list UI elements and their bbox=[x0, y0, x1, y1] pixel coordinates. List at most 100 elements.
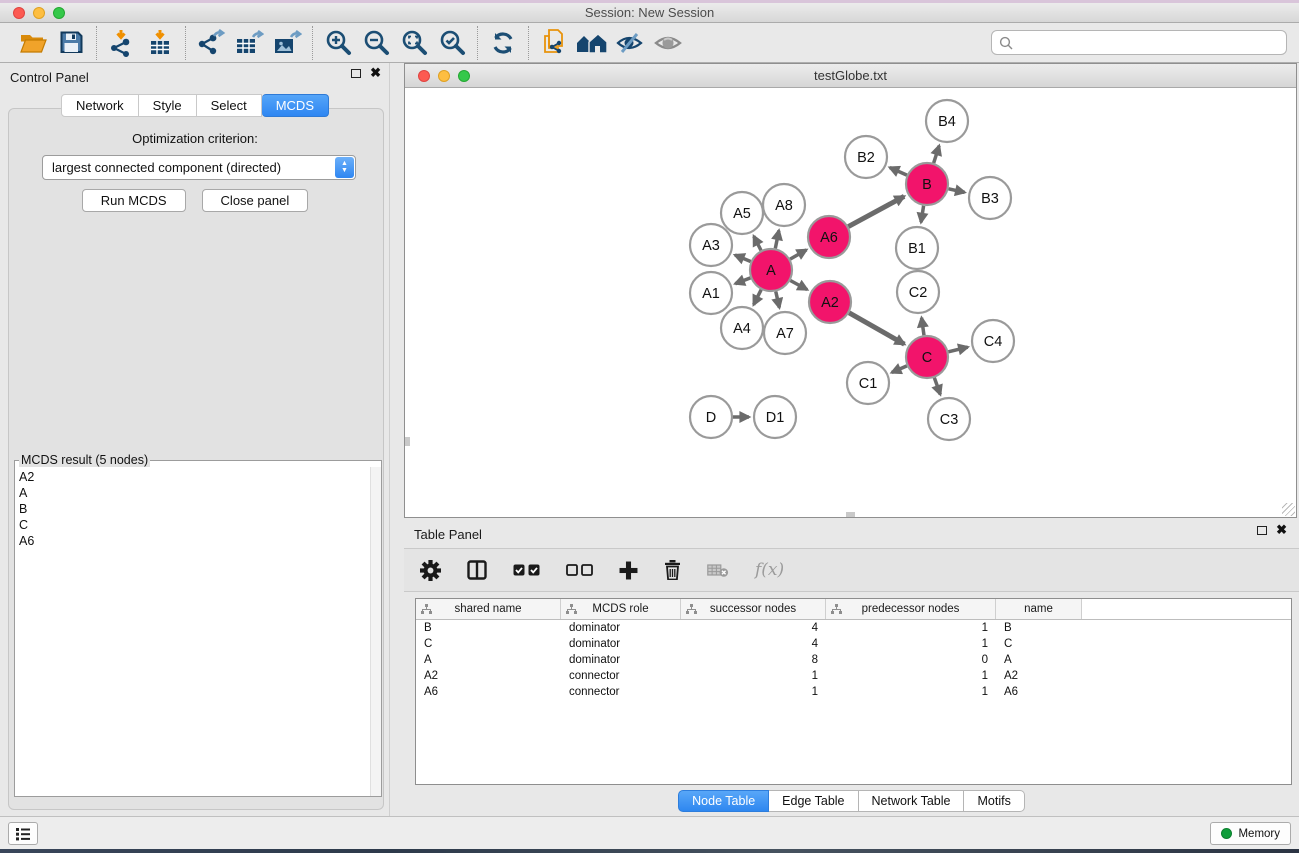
select-all-button[interactable] bbox=[513, 564, 540, 576]
column-header-successor-nodes[interactable]: successor nodes bbox=[681, 599, 826, 619]
node-A5[interactable]: A5 bbox=[721, 192, 763, 234]
column-header-predecessor-nodes[interactable]: predecessor nodes bbox=[826, 599, 996, 619]
edge-C-C4[interactable] bbox=[948, 347, 967, 352]
node-A3[interactable]: A3 bbox=[690, 224, 732, 266]
tab-motifs[interactable]: Motifs bbox=[964, 790, 1024, 812]
node-table[interactable]: shared nameMCDS rolesuccessor nodesprede… bbox=[415, 598, 1292, 785]
edge-A-A4[interactable] bbox=[754, 290, 762, 305]
show-graphics-details-button[interactable] bbox=[649, 26, 687, 60]
node-C4[interactable]: C4 bbox=[972, 320, 1014, 362]
open-file-button[interactable] bbox=[14, 26, 52, 60]
edge-C-C2[interactable] bbox=[922, 318, 924, 335]
task-history-button[interactable] bbox=[8, 822, 38, 845]
result-item[interactable]: A6 bbox=[19, 533, 381, 549]
memory-button[interactable]: Memory bbox=[1210, 822, 1291, 845]
run-mcds-button[interactable]: Run MCDS bbox=[82, 189, 186, 212]
node-A[interactable]: A bbox=[750, 249, 792, 291]
clone-network-button[interactable] bbox=[535, 26, 573, 60]
edge-B-B4[interactable] bbox=[934, 146, 939, 163]
criterion-dropdown[interactable]: largest connected component (directed) ▲… bbox=[42, 155, 356, 180]
table-row[interactable]: A2connector11A2 bbox=[416, 668, 1291, 684]
import-table-button[interactable] bbox=[141, 26, 179, 60]
network-window-titlebar[interactable]: testGlobe.txt bbox=[405, 64, 1296, 88]
edge-A-A7[interactable] bbox=[776, 291, 780, 307]
mcds-result-list[interactable]: A2ABCA6 bbox=[15, 467, 381, 796]
export-network-button[interactable] bbox=[192, 26, 230, 60]
node-D[interactable]: D bbox=[690, 396, 732, 438]
edge-A-A2[interactable] bbox=[790, 280, 807, 289]
create-column-button[interactable] bbox=[619, 561, 638, 580]
vertical-scrollbar-stub[interactable] bbox=[405, 437, 410, 446]
zoom-in-button[interactable] bbox=[319, 26, 357, 60]
float-table-panel-icon[interactable] bbox=[1257, 526, 1267, 535]
edge-A-A5[interactable] bbox=[754, 236, 761, 250]
result-list-scrollbar[interactable] bbox=[370, 467, 381, 796]
table-options-button[interactable] bbox=[420, 560, 441, 581]
node-A7[interactable]: A7 bbox=[764, 312, 806, 354]
tab-select[interactable]: Select bbox=[197, 94, 262, 117]
show-column-button[interactable] bbox=[467, 560, 487, 580]
export-table-button[interactable] bbox=[230, 26, 268, 60]
search-field[interactable] bbox=[991, 30, 1287, 55]
tab-edge-table[interactable]: Edge Table bbox=[769, 790, 858, 812]
refresh-button[interactable] bbox=[484, 26, 522, 60]
zoom-selected-button[interactable] bbox=[433, 26, 471, 60]
node-C2[interactable]: C2 bbox=[897, 271, 939, 313]
close-table-panel-icon[interactable]: ✖ bbox=[1276, 525, 1287, 535]
node-A2[interactable]: A2 bbox=[809, 281, 851, 323]
close-panel-icon[interactable]: ✖ bbox=[370, 68, 381, 78]
tab-network-table[interactable]: Network Table bbox=[859, 790, 965, 812]
deselect-all-button[interactable] bbox=[566, 564, 593, 576]
import-network-button[interactable] bbox=[103, 26, 141, 60]
node-C3[interactable]: C3 bbox=[928, 398, 970, 440]
column-header-shared-name[interactable]: shared name bbox=[416, 599, 561, 619]
node-A6[interactable]: A6 bbox=[808, 216, 850, 258]
node-B4[interactable]: B4 bbox=[926, 100, 968, 142]
edge-A-A3[interactable] bbox=[735, 255, 751, 262]
tab-mcds[interactable]: MCDS bbox=[262, 94, 329, 117]
edge-A-A8[interactable] bbox=[775, 230, 779, 248]
node-A1[interactable]: A1 bbox=[690, 272, 732, 314]
edge-B-B3[interactable] bbox=[948, 189, 964, 193]
node-C[interactable]: C bbox=[906, 336, 948, 378]
node-B[interactable]: B bbox=[906, 163, 948, 205]
node-B3[interactable]: B3 bbox=[969, 177, 1011, 219]
zoom-fit-button[interactable] bbox=[395, 26, 433, 60]
close-panel-button[interactable]: Close panel bbox=[202, 189, 309, 212]
first-neighbors-button[interactable] bbox=[573, 26, 611, 60]
zoom-out-button[interactable] bbox=[357, 26, 395, 60]
edge-A6-B[interactable] bbox=[848, 196, 904, 226]
hide-graphics-details-button[interactable] bbox=[611, 26, 649, 60]
table-row[interactable]: Cdominator41C bbox=[416, 636, 1291, 652]
node-D1[interactable]: D1 bbox=[754, 396, 796, 438]
result-item[interactable]: A2 bbox=[19, 469, 381, 485]
export-image-button[interactable] bbox=[268, 26, 306, 60]
tab-node-table[interactable]: Node Table bbox=[678, 790, 769, 812]
node-B1[interactable]: B1 bbox=[896, 227, 938, 269]
edge-A2-C[interactable] bbox=[849, 313, 904, 344]
table-row[interactable]: Adominator80A bbox=[416, 652, 1291, 668]
tab-style[interactable]: Style bbox=[139, 94, 197, 117]
edge-C-C1[interactable] bbox=[892, 366, 907, 373]
node-C1[interactable]: C1 bbox=[847, 362, 889, 404]
float-panel-icon[interactable] bbox=[351, 69, 361, 78]
edge-B-B1[interactable] bbox=[921, 206, 924, 223]
node-B2[interactable]: B2 bbox=[845, 136, 887, 178]
column-header-name[interactable]: name bbox=[996, 599, 1082, 619]
column-header-MCDS-role[interactable]: MCDS role bbox=[561, 599, 681, 619]
delete-column-button[interactable] bbox=[664, 560, 681, 580]
table-row[interactable]: Bdominator41B bbox=[416, 620, 1291, 636]
node-A4[interactable]: A4 bbox=[721, 307, 763, 349]
edge-A-A6[interactable] bbox=[790, 250, 806, 259]
horizontal-scrollbar-stub[interactable] bbox=[846, 512, 855, 517]
table-row[interactable]: A6connector11A6 bbox=[416, 684, 1291, 700]
network-canvas[interactable]: B4 B2 B B3 A5A8A6 A3 B1 A A1 C2 A2 A4A7 C4 C C1 C3 D D1 bbox=[405, 88, 1296, 517]
node-A8[interactable]: A8 bbox=[763, 184, 805, 226]
result-item[interactable]: B bbox=[19, 501, 381, 517]
network-graph[interactable]: B4 B2 B B3 A5A8A6 A3 B1 A A1 C2 A2 A4A7 C4 C C1 C3 D D1 bbox=[405, 88, 1296, 517]
edge-B-B2[interactable] bbox=[890, 168, 907, 176]
result-item[interactable]: A bbox=[19, 485, 381, 501]
search-input[interactable] bbox=[1018, 35, 1286, 50]
edge-A-A1[interactable] bbox=[735, 278, 750, 284]
resize-grip-icon[interactable] bbox=[1282, 503, 1295, 516]
